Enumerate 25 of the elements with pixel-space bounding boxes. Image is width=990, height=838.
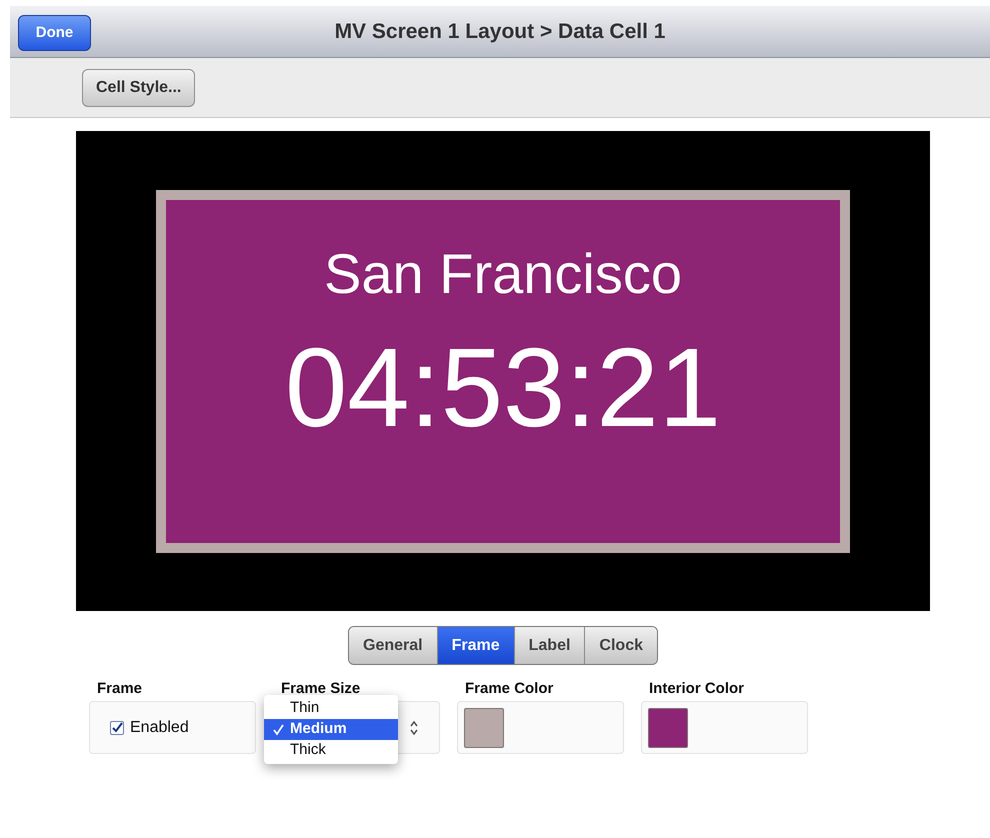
field-label: Frame Size — [280, 680, 362, 698]
stepper-icon — [409, 718, 419, 736]
checkbox[interactable] — [110, 720, 124, 734]
window-title: MV Screen 1 Layout > Data Cell 1 — [334, 18, 666, 45]
menu-item[interactable]: Thick — [264, 740, 398, 761]
menu-item[interactable]: Medium — [264, 719, 398, 740]
done-button[interactable]: Done — [18, 15, 91, 51]
check-icon — [272, 724, 284, 736]
field-label: Interior Color — [648, 680, 746, 698]
menu-item[interactable]: Thin — [264, 698, 398, 719]
tab[interactable]: Label — [514, 627, 584, 664]
clock-time: 04:53:21 — [285, 328, 721, 448]
checkbox-field[interactable]: Enabled — [89, 701, 256, 754]
tab[interactable]: Frame — [436, 627, 514, 664]
cell-style-button[interactable]: Cell Style... — [82, 68, 196, 106]
color-swatch[interactable] — [648, 708, 688, 748]
field-label: Frame Color — [464, 680, 554, 698]
checkbox-label: Enabled — [130, 718, 189, 738]
color-swatch[interactable] — [464, 708, 504, 748]
color-field[interactable] — [641, 701, 808, 754]
field-label: Frame — [96, 680, 144, 698]
tab[interactable]: Clock — [584, 627, 657, 664]
tab[interactable]: General — [349, 627, 437, 664]
cell-label: San Francisco — [324, 242, 682, 306]
color-field[interactable] — [457, 701, 624, 754]
